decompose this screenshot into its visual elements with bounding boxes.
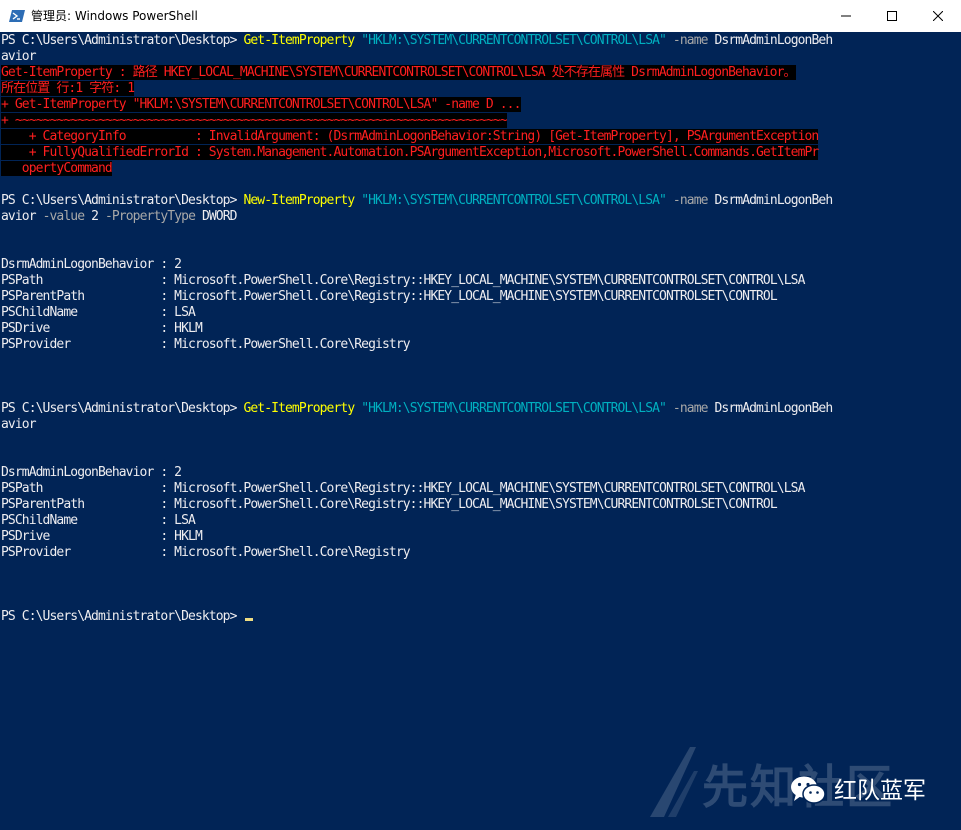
output-line: PSDrive : HKLM — [1, 321, 203, 336]
registry-path: "HKLM:\SYSTEM\CURRENTCONTROLSET\CONTROL\… — [361, 33, 667, 48]
powershell-window: 管理员: Windows PowerShell PS C:\Users\Admi… — [0, 0, 961, 830]
command-line-2: PS C:\Users\Administrator\Desktop> New-I… — [1, 193, 834, 209]
console-output[interactable]: PS C:\Users\Administrator\Desktop> Get-I… — [0, 32, 961, 830]
error-line: + Get-ItemProperty "HKLM:\SYSTEM\CURRENT… — [1, 97, 521, 112]
close-icon — [933, 11, 943, 21]
output-line: PSDrive : HKLM — [1, 529, 203, 544]
cmdlet: Get-ItemProperty — [243, 401, 355, 416]
prompt: PS C:\Users\Administrator\Desktop> — [1, 33, 244, 48]
output-line: PSProvider : Microsoft.PowerShell.Core\R… — [1, 337, 411, 352]
output-line: PSProvider : Microsoft.PowerShell.Core\R… — [1, 545, 411, 560]
output-line: PSPath : Microsoft.PowerShell.Core\Regis… — [1, 481, 805, 496]
maximize-icon — [887, 11, 897, 21]
command-line-3-wrap: avior — [1, 417, 37, 432]
close-button[interactable] — [915, 0, 961, 32]
current-prompt-line[interactable]: PS C:\Users\Administrator\Desktop> — [1, 609, 254, 625]
argument: DsrmAdminLogonBeh — [714, 401, 834, 416]
maximize-button[interactable] — [869, 0, 915, 32]
output-line: PSChildName : LSA — [1, 513, 196, 528]
command-line-2-wrap: avior -value 2 -PropertyType DWORD — [1, 209, 237, 224]
error-line: opertyCommand — [1, 161, 113, 176]
error-line: + ~~~~~~~~~~~~~~~~~~~~~~~~~~~~~~~~~~~~~~… — [1, 113, 508, 128]
error-line: 所在位置 行:1 字符: 1 — [1, 81, 135, 96]
output-line: PSPath : Microsoft.PowerShell.Core\Regis… — [1, 273, 805, 288]
error-line: + CategoryInfo : InvalidArgument: (DsrmA… — [1, 129, 819, 144]
minimize-icon — [841, 15, 851, 17]
cmdlet: New-ItemProperty — [243, 193, 355, 208]
prompt: PS C:\Users\Administrator\Desktop> — [1, 193, 244, 208]
powershell-icon[interactable] — [9, 8, 25, 24]
parameter: -name — [672, 33, 709, 48]
prompt: PS C:\Users\Administrator\Desktop> — [1, 609, 244, 624]
output-line: DsrmAdminLogonBehavior : 2 — [1, 465, 182, 480]
output-line: PSParentPath : Microsoft.PowerShell.Core… — [1, 289, 778, 304]
command-line-3: PS C:\Users\Administrator\Desktop> Get-I… — [1, 401, 834, 417]
argument: DsrmAdminLogonBeh — [714, 33, 834, 48]
output-line: PSParentPath : Microsoft.PowerShell.Core… — [1, 497, 778, 512]
output-line: PSChildName : LSA — [1, 305, 196, 320]
cmdlet: Get-ItemProperty — [243, 33, 355, 48]
command-line-1-wrap: avior — [1, 49, 37, 64]
argument: DsrmAdminLogonBeh — [714, 193, 834, 208]
error-line: Get-ItemProperty : 路径 HKEY_LOCAL_MACHINE… — [1, 65, 797, 80]
command-line-1: PS C:\Users\Administrator\Desktop> Get-I… — [1, 33, 834, 49]
output-line: DsrmAdminLogonBehavior : 2 — [1, 257, 182, 272]
registry-path: "HKLM:\SYSTEM\CURRENTCONTROLSET\CONTROL\… — [361, 193, 667, 208]
registry-path: "HKLM:\SYSTEM\CURRENTCONTROLSET\CONTROL\… — [361, 401, 667, 416]
prompt: PS C:\Users\Administrator\Desktop> — [1, 401, 244, 416]
text-cursor — [245, 618, 254, 621]
parameter: -name — [672, 401, 709, 416]
title-bar[interactable]: 管理员: Windows PowerShell — [0, 0, 961, 32]
window-title: 管理员: Windows PowerShell — [31, 9, 198, 23]
parameter: -name — [672, 193, 709, 208]
error-line: + FullyQualifiedErrorId : System.Managem… — [1, 145, 819, 160]
minimize-button[interactable] — [823, 0, 869, 32]
